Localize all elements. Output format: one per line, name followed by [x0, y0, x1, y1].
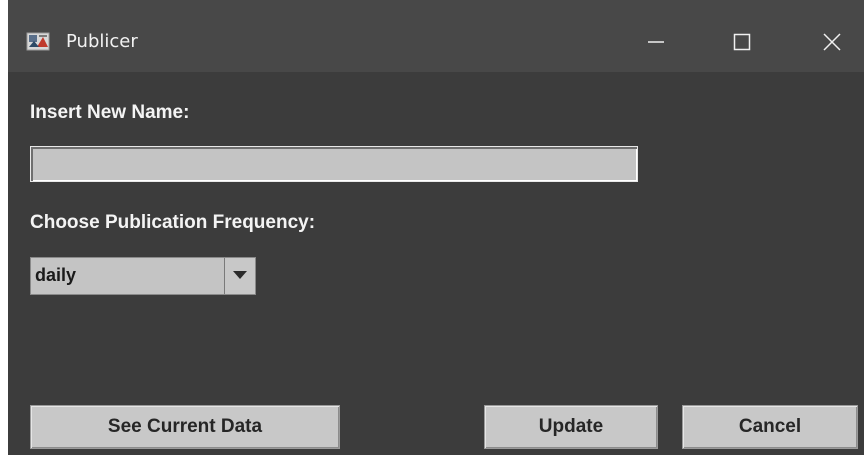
title-bar[interactable]: Publicer: [8, 0, 864, 72]
maximize-button[interactable]: [714, 20, 770, 64]
window-title: Publicer: [66, 31, 138, 52]
name-label: Insert New Name:: [30, 102, 190, 123]
close-icon: [823, 33, 841, 51]
see-current-data-button[interactable]: See Current Data: [30, 405, 340, 449]
name-input[interactable]: [30, 146, 638, 182]
close-button[interactable]: [804, 20, 860, 64]
minimize-button[interactable]: [628, 20, 684, 64]
cancel-button[interactable]: Cancel: [682, 405, 858, 449]
frequency-selected-value: daily: [35, 265, 77, 285]
dropdown-button[interactable]: [224, 258, 255, 294]
app-icon: [26, 30, 50, 52]
frequency-select[interactable]: daily: [30, 257, 256, 295]
chevron-down-icon: [232, 267, 248, 285]
update-button[interactable]: Update: [484, 405, 658, 449]
publicer-window: Publicer Insert New Name: Choose Publica…: [8, 0, 864, 455]
frequency-label: Choose Publication Frequency:: [30, 212, 316, 233]
maximize-icon: [733, 33, 751, 51]
minimize-icon: [647, 33, 665, 51]
